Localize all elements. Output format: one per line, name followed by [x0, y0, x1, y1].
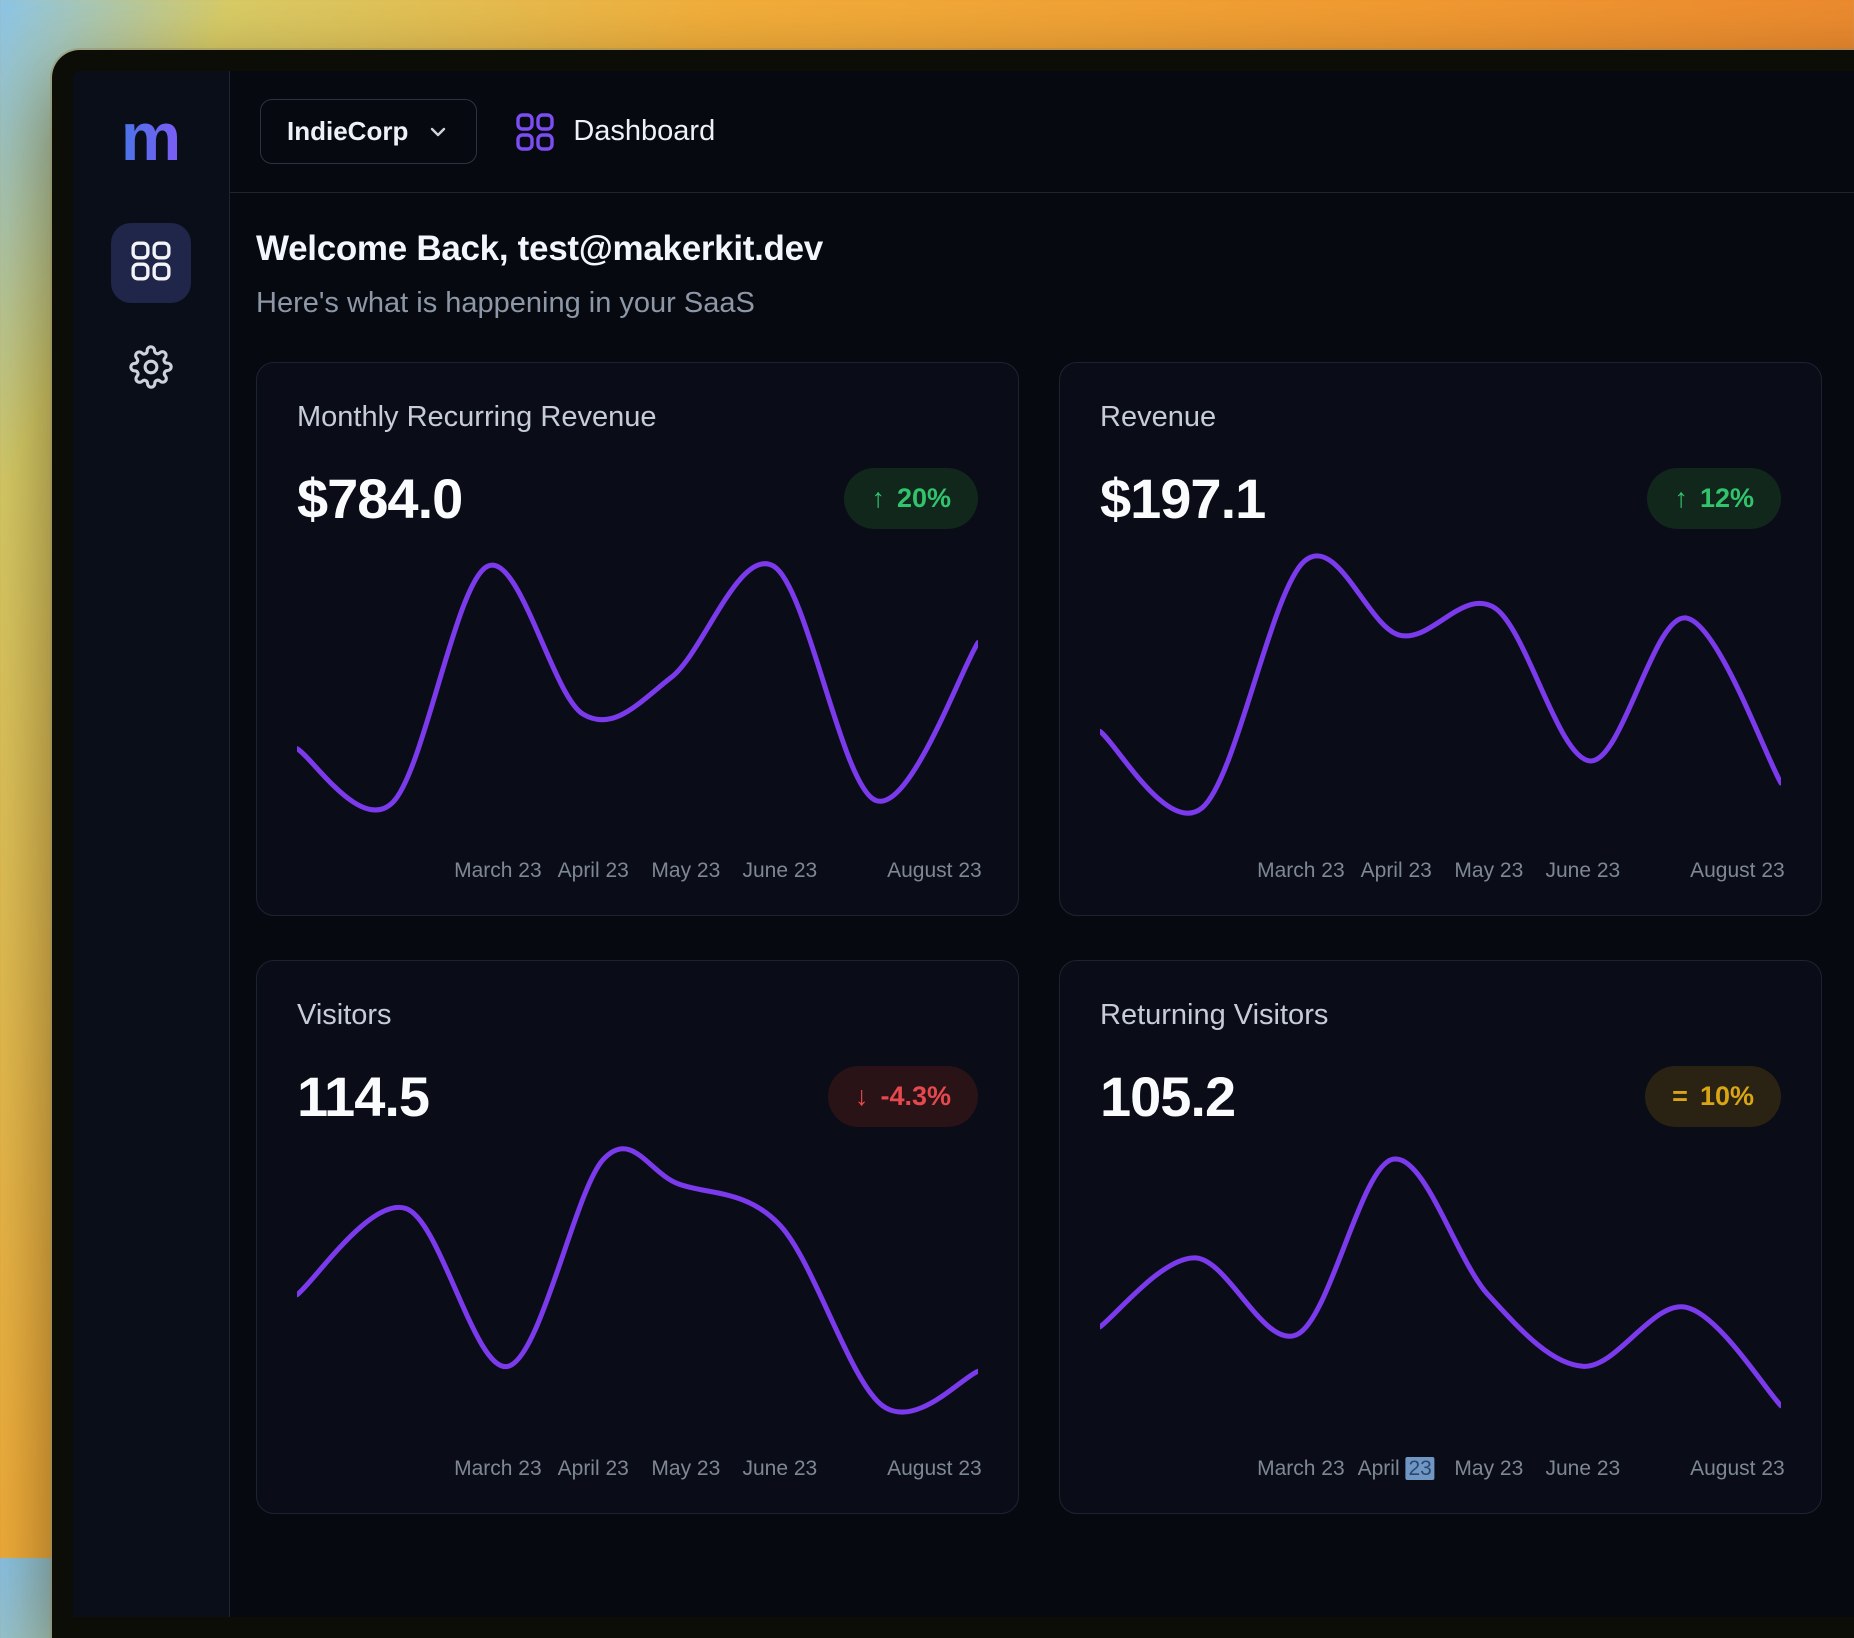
trend-icon: ↑: [1674, 485, 1688, 512]
app-window: m IndieCorp: [52, 50, 1854, 1638]
trend-badge: ↑ 12%: [1647, 468, 1781, 529]
chart-canvas: [1100, 545, 1781, 837]
stat-card: Monthly Recurring Revenue $784.0 ↑ 20% M…: [256, 362, 1019, 916]
chevron-down-icon: [426, 120, 450, 144]
x-axis-tick: March 23: [1257, 859, 1345, 883]
team-selector-label: IndieCorp: [287, 116, 408, 147]
page-title: Dashboard: [573, 115, 715, 148]
topbar: IndieCorp Dashboard: [230, 71, 1854, 193]
x-axis-tick: March 23: [454, 859, 542, 883]
line-chart: March 23April 23May 23June 23August 23: [297, 545, 978, 889]
card-value: 105.2: [1100, 1064, 1235, 1129]
card-value-row: 105.2 = 10%: [1100, 1064, 1781, 1129]
x-axis-tick: May 23: [1454, 1457, 1523, 1481]
x-axis: March 23April 23May 23June 23August 23: [297, 1451, 978, 1481]
x-axis-tick: May 23: [1454, 859, 1523, 883]
trend-badge: ↑ 20%: [844, 468, 978, 529]
sidebar-item-settings[interactable]: [129, 345, 173, 394]
sidebar-item-dashboard[interactable]: [111, 223, 191, 303]
x-axis: March 23April 23May 23June 23August 23: [297, 853, 978, 883]
trend-label: 12%: [1700, 483, 1754, 514]
stat-card: Visitors 114.5 ↓ -4.3% March 23 April 23 M…: [256, 960, 1019, 1514]
stats-grid: Monthly Recurring Revenue $784.0 ↑ 20% M…: [256, 362, 1822, 1514]
card-title: Revenue: [1100, 401, 1781, 434]
trend-label: 20%: [897, 483, 951, 514]
x-axis-tick: April 23: [1358, 1457, 1435, 1481]
x-axis: March 23April 23May 23June 23August 23: [1100, 1451, 1781, 1481]
breadcrumb-dashboard[interactable]: Dashboard: [515, 112, 715, 152]
stat-card: Revenue $197.1 ↑ 12% March 23 April 23 May…: [1059, 362, 1822, 916]
trend-icon: ↓: [855, 1083, 869, 1110]
chart-canvas: [1100, 1143, 1781, 1435]
trend-label: 10%: [1700, 1081, 1754, 1112]
card-value: $784.0: [297, 466, 462, 531]
x-axis-tick: August 23: [1690, 859, 1785, 883]
trend-icon: ↑: [871, 485, 885, 512]
dashboard-content: Welcome Back, test@makerkit.dev Here's w…: [230, 193, 1854, 1514]
x-axis-tick: June 23: [1545, 1457, 1620, 1481]
x-axis-tick: May 23: [651, 1457, 720, 1481]
card-title: Visitors: [297, 999, 978, 1032]
x-axis-tick: June 23: [742, 1457, 817, 1481]
welcome-heading: Welcome Back, test@makerkit.dev: [256, 229, 1854, 269]
x-axis-tick: June 23: [742, 859, 817, 883]
sidebar: m: [73, 71, 230, 1617]
selected-text: 23: [1405, 1457, 1434, 1480]
card-value-row: $784.0 ↑ 20%: [297, 466, 978, 531]
app-logo: m: [121, 103, 181, 171]
grid-icon: [515, 112, 555, 152]
trend-badge: = 10%: [1645, 1066, 1781, 1127]
gear-icon: [129, 345, 173, 394]
line-chart: March 23April 23May 23June 23August 23: [1100, 545, 1781, 889]
x-axis-tick: March 23: [1257, 1457, 1345, 1481]
card-value-row: $197.1 ↑ 12%: [1100, 466, 1781, 531]
team-selector-button[interactable]: IndieCorp: [260, 99, 477, 164]
card-value: 114.5: [297, 1064, 429, 1129]
chart-canvas: [297, 545, 978, 837]
x-axis-tick: April 23: [558, 859, 629, 883]
trend-badge: ↓ -4.3%: [828, 1066, 978, 1127]
card-title: Returning Visitors: [1100, 999, 1781, 1032]
x-axis-tick: April 23: [1361, 859, 1432, 883]
x-axis-tick: August 23: [887, 859, 982, 883]
welcome-subtitle: Here's what is happening in your SaaS: [256, 287, 1854, 320]
trend-label: -4.3%: [880, 1081, 951, 1112]
x-axis: March 23April 23May 23June 23August 23: [1100, 853, 1781, 883]
card-title: Monthly Recurring Revenue: [297, 401, 978, 434]
x-axis-tick: May 23: [651, 859, 720, 883]
x-axis-tick: August 23: [887, 1457, 982, 1481]
x-axis-tick: April 23: [558, 1457, 629, 1481]
x-axis-tick: March 23: [454, 1457, 542, 1481]
card-value: $197.1: [1100, 466, 1265, 531]
card-value-row: 114.5 ↓ -4.3%: [297, 1064, 978, 1129]
x-axis-tick: August 23: [1690, 1457, 1785, 1481]
line-chart: March 23April 23May 23June 23August 23: [297, 1143, 978, 1487]
chart-canvas: [297, 1143, 978, 1435]
stat-card: Returning Visitors 105.2 = 10% March 23 A…: [1059, 960, 1822, 1514]
line-chart: March 23April 23May 23June 23August 23: [1100, 1143, 1781, 1487]
x-axis-tick: June 23: [1545, 859, 1620, 883]
grid-icon: [130, 240, 172, 287]
main-area: IndieCorp Dashboard: [230, 71, 1854, 1617]
trend-icon: =: [1672, 1083, 1688, 1110]
